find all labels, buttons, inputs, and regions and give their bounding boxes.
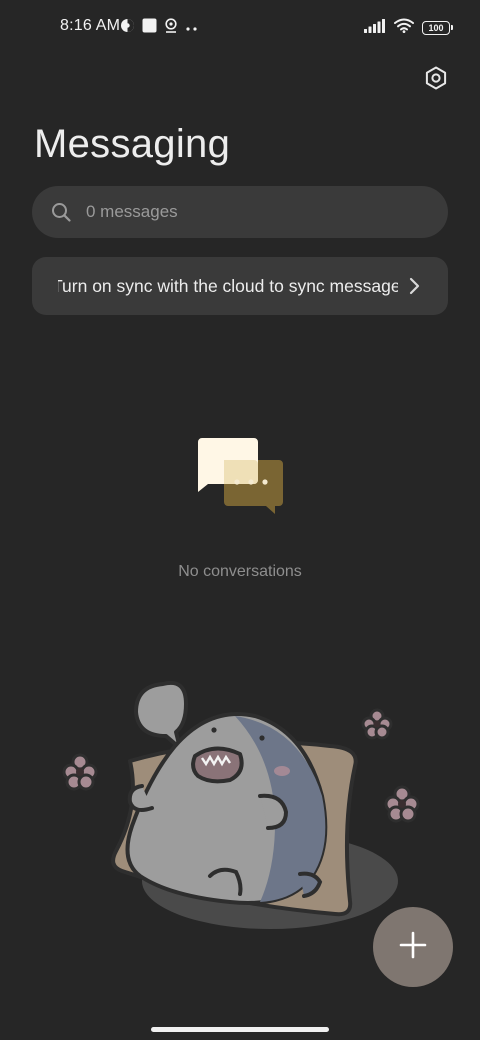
sync-text-wrap: Turn on sync with the cloud to sync mess… [58, 276, 398, 297]
status-bar: 8:16 AM 100 [0, 0, 480, 56]
page-title: Messaging [34, 122, 231, 166]
square-notification-icon [142, 18, 157, 38]
status-right-icons: 100 [364, 18, 453, 38]
shark-mascot-illustration [50, 676, 440, 936]
home-indicator[interactable] [151, 1027, 329, 1032]
settings-button[interactable] [420, 64, 452, 96]
signal-icon [364, 18, 386, 38]
battery-icon: 100 [422, 21, 453, 35]
search-bar[interactable] [32, 186, 448, 238]
vpn-icon [120, 18, 135, 38]
search-icon [50, 201, 72, 223]
search-input[interactable] [84, 201, 418, 223]
chat-bubbles-icon [194, 436, 288, 520]
status-time: 8:16 AM [60, 17, 121, 34]
chevron-right-icon [404, 276, 424, 296]
sync-banner-text: Turn on sync with the cloud to sync mess… [58, 275, 398, 296]
settings-hexagon-icon [423, 65, 449, 96]
sync-banner[interactable]: Turn on sync with the cloud to sync mess… [32, 257, 448, 315]
status-left-icons [120, 18, 199, 38]
more-notifications-icon [185, 19, 199, 37]
empty-state-text: No conversations [178, 563, 302, 580]
wifi-icon [394, 18, 414, 38]
battery-level: 100 [428, 22, 444, 33]
plus-icon [399, 931, 427, 964]
new-conversation-button[interactable] [373, 907, 453, 987]
location-icon [164, 18, 178, 38]
